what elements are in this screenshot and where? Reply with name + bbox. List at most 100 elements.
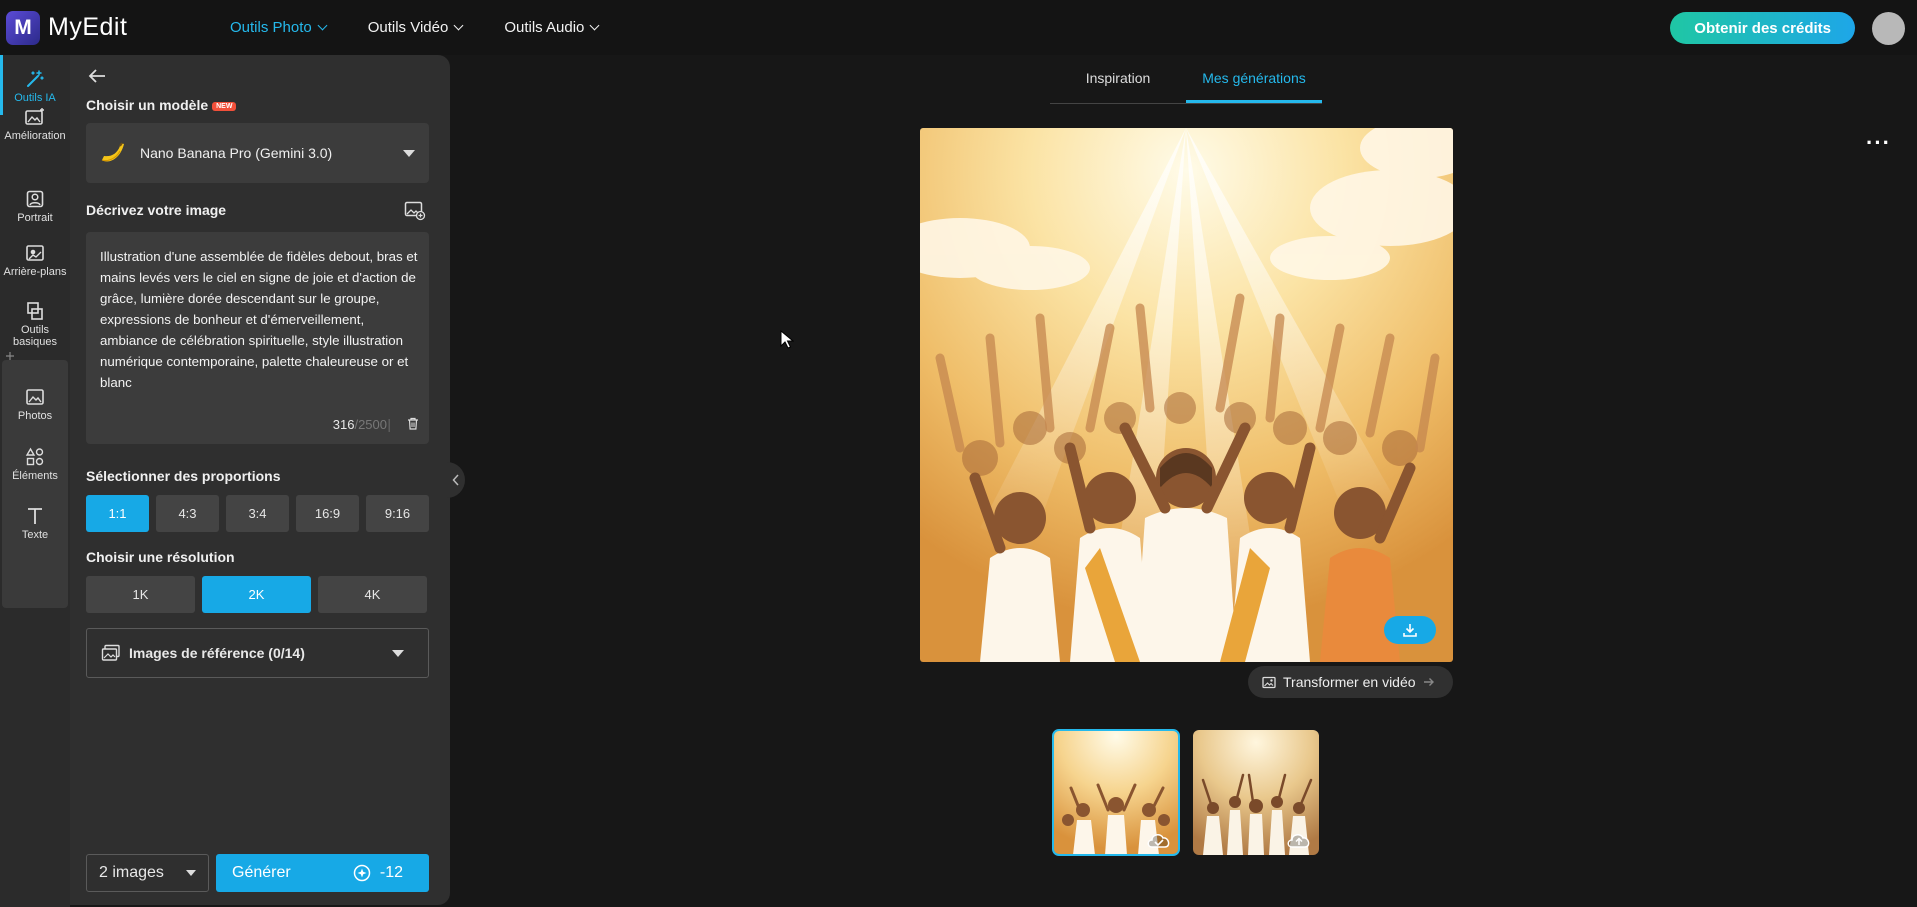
- dropdown-caret-icon: [186, 870, 196, 876]
- new-badge: NEW: [212, 101, 237, 111]
- credit-icon: [353, 864, 371, 882]
- generate-button[interactable]: Générer -12: [216, 854, 429, 892]
- resolution-options: 1K 2K 4K: [86, 576, 427, 613]
- back-arrow-icon[interactable]: [88, 68, 106, 84]
- rail-item-backgrounds[interactable]: Arrière-plans: [2, 243, 68, 278]
- collapse-panel-button[interactable]: [447, 462, 465, 498]
- magic-wand-icon: [27, 70, 44, 87]
- app-name: MyEdit: [48, 13, 128, 41]
- generate-label: Générer: [232, 864, 291, 881]
- cloud-saved-icon: [1147, 834, 1170, 848]
- rail-item-photos[interactable]: Photos: [2, 387, 68, 422]
- image-prompt-icon[interactable]: [404, 201, 426, 221]
- rail-label: Outils basiques: [12, 324, 58, 348]
- prompt-text: Illustration d'une assemblée de fidèles …: [100, 249, 418, 390]
- resolution-label: Choisir une résolution: [86, 549, 235, 565]
- rail-label: Photos: [17, 410, 53, 422]
- resolution-4k[interactable]: 4K: [318, 576, 427, 613]
- shapes-icon: [25, 447, 44, 466]
- nav-label: Outils Photo: [230, 19, 312, 36]
- crop-icon: [27, 302, 43, 320]
- get-credits-button[interactable]: Obtenir des crédits: [1670, 12, 1855, 44]
- generate-cost-value: -12: [379, 864, 403, 881]
- rail-label: Amélioration: [4, 130, 66, 142]
- rail-label: Texte: [21, 529, 49, 541]
- tab-my-generations[interactable]: Mes générations: [1186, 60, 1322, 103]
- rail-item-enhance[interactable]: Amélioration: [2, 107, 68, 142]
- images-icon: [101, 644, 120, 661]
- rail-label: Portrait: [17, 212, 53, 224]
- resolution-1k[interactable]: 1K: [86, 576, 195, 613]
- reference-label: Images de référence (0/14): [129, 645, 305, 661]
- model-select[interactable]: Nano Banana Pro (Gemini 3.0): [86, 123, 429, 183]
- download-icon: [1403, 624, 1417, 637]
- ratio-1-1[interactable]: 1:1: [86, 495, 149, 532]
- ratio-16-9[interactable]: 16:9: [296, 495, 359, 532]
- ratio-3-4[interactable]: 3:4: [226, 495, 289, 532]
- generated-image[interactable]: [920, 128, 1453, 662]
- rail-label: Outils IA: [14, 92, 56, 104]
- dropdown-caret-icon: [392, 650, 404, 657]
- photo-icon: [26, 389, 44, 405]
- main-nav: Outils Photo Outils Vidéo Outils Audio: [230, 19, 600, 36]
- nav-audio-tools[interactable]: Outils Audio: [504, 19, 600, 36]
- banana-icon: [101, 142, 124, 162]
- more-options-icon[interactable]: ···: [1866, 132, 1891, 154]
- thumbnail-1[interactable]: [1052, 729, 1180, 856]
- model-label-text: Choisir un modèle: [86, 97, 209, 113]
- image-enhance-icon: [25, 108, 44, 125]
- generated-image-illustration: [920, 128, 1453, 662]
- rail-item-text[interactable]: Texte: [2, 506, 68, 541]
- chevron-down-icon: [589, 20, 600, 31]
- chevron-left-icon: [452, 474, 459, 486]
- prompt-textarea[interactable]: Illustration d'une assemblée de fidèles …: [86, 232, 429, 444]
- rail-item-basic-tools[interactable]: Outils basiques: [2, 301, 68, 348]
- model-label: Choisir un modèle NEW: [86, 97, 237, 113]
- ratio-9-16[interactable]: 9:16: [366, 495, 429, 532]
- rail-item-elements[interactable]: Éléments: [2, 447, 68, 482]
- top-bar: M MyEdit Outils Photo Outils Vidéo Outil…: [0, 0, 1917, 55]
- nav-photo-tools[interactable]: Outils Photo: [230, 19, 328, 36]
- transform-to-video-button[interactable]: Transformer en vidéo: [1248, 666, 1453, 698]
- trash-icon[interactable]: [407, 417, 419, 430]
- text-icon: [28, 508, 42, 524]
- counter-separator: |: [387, 416, 391, 432]
- mouse-cursor-icon: [780, 330, 794, 349]
- portrait-icon: [26, 190, 44, 208]
- logo[interactable]: M MyEdit: [6, 10, 176, 45]
- download-button[interactable]: [1384, 616, 1436, 644]
- tab-inspiration[interactable]: Inspiration: [1050, 60, 1186, 103]
- model-value: Nano Banana Pro (Gemini 3.0): [140, 145, 333, 161]
- ratio-options: 1:1 4:3 3:4 16:9 9:16: [86, 495, 429, 532]
- generate-cost: -12: [353, 864, 403, 882]
- rail-item-ai-tools[interactable]: Outils IA: [2, 69, 68, 104]
- nav-label: Outils Vidéo: [367, 19, 449, 36]
- image-count-value: 2 images: [99, 864, 164, 881]
- rail-item-portrait[interactable]: Portrait: [2, 189, 68, 224]
- avatar[interactable]: [1872, 12, 1905, 45]
- resolution-2k[interactable]: 2K: [202, 576, 311, 613]
- rail-label: Éléments: [12, 470, 58, 482]
- ratio-label: Sélectionner des proportions: [86, 468, 281, 484]
- logo-mark: M: [6, 10, 40, 45]
- arrow-right-icon: [1423, 678, 1434, 686]
- background-icon: [26, 245, 44, 261]
- transform-label: Transformer en vidéo: [1283, 674, 1416, 690]
- video-image-icon: [1262, 676, 1276, 688]
- nav-video-tools[interactable]: Outils Vidéo: [367, 19, 464, 36]
- ratio-4-3[interactable]: 4:3: [156, 495, 219, 532]
- char-count: 316: [332, 417, 355, 432]
- image-count-select[interactable]: 2 images: [86, 854, 209, 892]
- chevron-down-icon: [317, 20, 328, 31]
- thumbnail-2[interactable]: [1193, 730, 1319, 855]
- tool-rail: Outils IA Amélioration Portrait Arrière-…: [0, 55, 70, 907]
- describe-label: Décrivez votre image: [86, 202, 227, 218]
- cloud-upload-icon: [1287, 834, 1310, 848]
- result-tabs: Inspiration Mes générations: [1050, 60, 1322, 104]
- char-counter: 316/2500: [333, 417, 387, 432]
- settings-panel: Choisir un modèle NEW Nano Banana Pro (Ge…: [70, 55, 450, 905]
- nav-label: Outils Audio: [504, 19, 585, 36]
- rail-label: Arrière-plans: [3, 266, 67, 278]
- char-max: /2500: [354, 417, 387, 432]
- reference-images-dropdown[interactable]: Images de référence (0/14): [86, 628, 429, 678]
